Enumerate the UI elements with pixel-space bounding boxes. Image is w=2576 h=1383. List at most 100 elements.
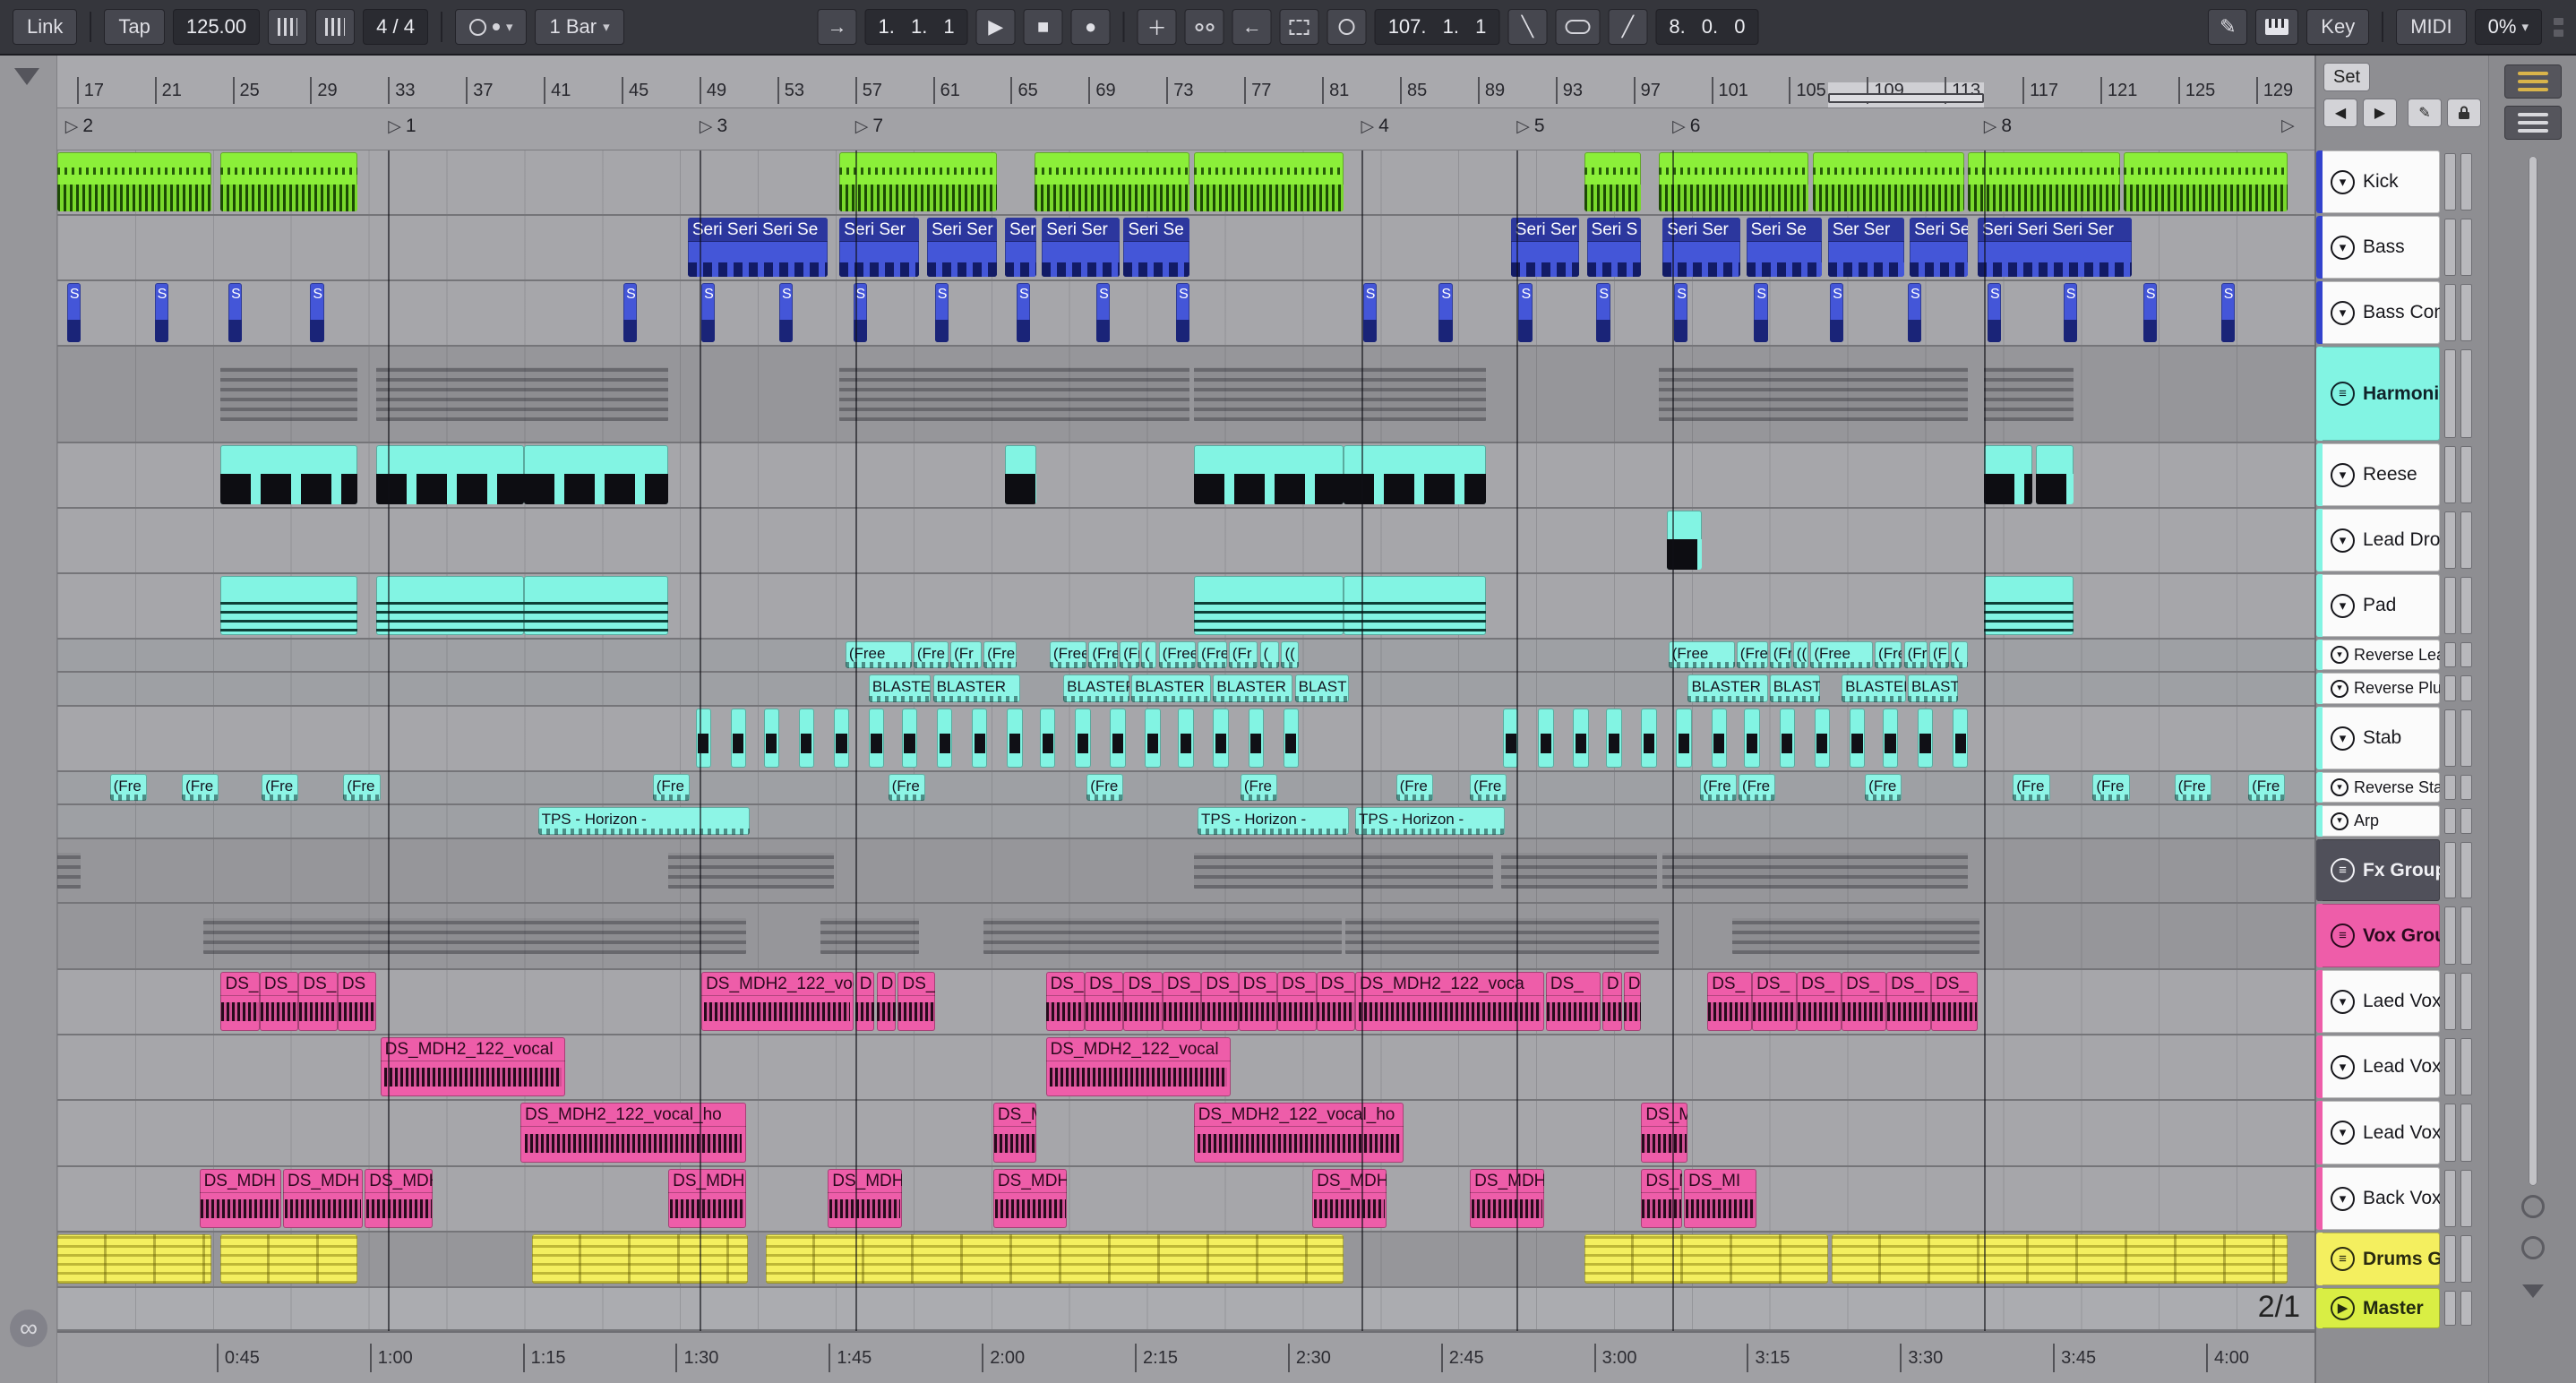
track-fold-icon[interactable]: ▾: [2331, 778, 2348, 796]
clip-reese[interactable]: [376, 445, 525, 504]
clip-stab[interactable]: [1573, 709, 1589, 768]
clip-reverse-pluck[interactable]: BLASTER: [868, 674, 932, 702]
clip-stab[interactable]: [798, 709, 815, 768]
clip-bass[interactable]: Seri Seri Seri Ser: [1978, 218, 2132, 277]
clip-stab[interactable]: [1711, 709, 1727, 768]
clip-reverse-lead[interactable]: (Fre: [1198, 641, 1227, 668]
clip-bass[interactable]: Seri Se: [1746, 218, 1823, 277]
locator-marker[interactable]: ▷ 5: [1516, 116, 1544, 137]
clip-laed-vox-1[interactable]: DS_: [1162, 972, 1202, 1031]
clip-laed-vox-1[interactable]: DS_: [1123, 972, 1163, 1031]
clip-reverse-lead[interactable]: (Free: [1049, 641, 1087, 668]
show-mixer-sections-button[interactable]: [2504, 64, 2562, 99]
clip-reverse-lead[interactable]: (Fr: [1120, 641, 1139, 668]
clip-back-vox[interactable]: DS_MDH: [1312, 1169, 1387, 1228]
track-fold-icon[interactable]: ▾: [2331, 646, 2348, 664]
clip-laed-vox-1[interactable]: DS_: [220, 972, 260, 1031]
track-fold-icon[interactable]: ▾: [2331, 1186, 2355, 1211]
clip-drums-group[interactable]: [1584, 1234, 1828, 1284]
track-header-box[interactable]: ▾ Back Vox: [2316, 1167, 2440, 1230]
clip-kick[interactable]: [1193, 152, 1344, 211]
clip-back-vox[interactable]: DS_MDH: [199, 1169, 281, 1228]
clip-laed-vox-1[interactable]: DS_: [1045, 972, 1086, 1031]
track-header-box[interactable]: ▾ Reverse Pluck: [2316, 673, 2440, 704]
clip-reverse-stab[interactable]: (Fre: [2248, 774, 2286, 801]
clip-bass-comple[interactable]: S: [1754, 283, 1768, 342]
track-header-box[interactable]: ▾ Bass Comple: [2316, 281, 2440, 344]
clip-reverse-pluck[interactable]: BLASTER: [932, 674, 1021, 702]
fold-overview-triangle-icon[interactable]: [14, 68, 39, 85]
nudge-down-button[interactable]: [268, 9, 308, 45]
clip-bass[interactable]: Seri Se: [1123, 218, 1190, 277]
clip-bass-comple[interactable]: S: [2220, 283, 2235, 342]
clip-reverse-lead[interactable]: (: [1259, 641, 1280, 668]
zoom-full-icon[interactable]: [2521, 1236, 2545, 1259]
clip-reverse-lead[interactable]: ((: [1281, 641, 1299, 668]
clip-lead-vox-2[interactable]: DS_MDH2_122_vocal: [380, 1037, 565, 1096]
loop-brace[interactable]: [1827, 93, 1984, 103]
clip-stab[interactable]: [972, 709, 988, 768]
track-header-reverse-pluck[interactable]: ▾ Reverse Pluck: [2316, 673, 2488, 707]
clip-pad[interactable]: [524, 576, 669, 635]
track-header-kick[interactable]: ▾ Kick: [2316, 150, 2488, 216]
track-fold-icon[interactable]: ▾: [2331, 169, 2355, 194]
locator-marker[interactable]: ▷ 4: [1361, 116, 1389, 137]
clip-stab[interactable]: [1779, 709, 1795, 768]
clip-reese[interactable]: [220, 445, 357, 504]
clip-back-vox[interactable]: DS_MDH: [992, 1169, 1068, 1228]
track-header-box[interactable]: ▾ Bass: [2316, 216, 2440, 279]
clip-laed-vox-1[interactable]: D: [1601, 972, 1622, 1031]
clip-vox-group[interactable]: [1345, 917, 1659, 955]
clip-reverse-stab[interactable]: (Fre: [1240, 774, 1278, 801]
computer-midi-keyboard-button[interactable]: [2255, 9, 2299, 45]
clip-lead-vox-3[interactable]: DS_MDH2_122_vocal_ho: [520, 1103, 747, 1163]
clip-stab[interactable]: [1849, 709, 1866, 768]
track-lane-bass[interactable]: Seri Seri Seri Se Seri Ser Seri Ser Ser Seri…: [57, 216, 2314, 281]
locator-marker[interactable]: ▷ 3: [700, 116, 727, 137]
track-header-pad[interactable]: ▾ Pad: [2316, 574, 2488, 640]
track-fold-icon[interactable]: ▾: [2331, 235, 2355, 260]
track-lane-lead-vox-3[interactable]: DS_MDH2_122_vocal_ho DS_M DS_MDH2_122_voca…: [57, 1101, 2314, 1167]
clip-reverse-lead[interactable]: (F: [1928, 641, 1949, 668]
track-header-box[interactable]: ≡ Fx Group: [2316, 839, 2440, 901]
clip-reverse-lead[interactable]: (Free: [845, 641, 912, 668]
track-fold-icon[interactable]: ▾: [2331, 300, 2355, 325]
track-lane-master[interactable]: 2/1: [57, 1288, 2314, 1331]
clip-drums-group[interactable]: [1832, 1234, 2288, 1284]
clip-reverse-pluck[interactable]: BLAST: [1769, 674, 1821, 702]
track-header-box[interactable]: ▾ Lead Vox 3: [2316, 1101, 2440, 1164]
track-fold-icon[interactable]: ▾: [2331, 528, 2355, 553]
clip-reverse-lead[interactable]: (Fr: [1903, 641, 1928, 668]
clip-reverse-stab[interactable]: (Fre: [1470, 774, 1507, 801]
clip-back-vox[interactable]: DS_MDH: [365, 1169, 434, 1228]
locator-marker[interactable]: ▷ 2: [65, 116, 93, 137]
clip-vox-group[interactable]: [820, 917, 920, 955]
clip-laed-vox-1[interactable]: D: [876, 972, 897, 1031]
clip-bass-comple[interactable]: S: [1518, 283, 1533, 342]
clip-lead-vox-3[interactable]: DS_M: [992, 1103, 1036, 1163]
clip-laed-vox-1[interactable]: DS_: [1707, 972, 1753, 1031]
clip-laed-vox-1[interactable]: DS_: [298, 972, 338, 1031]
clip-kick[interactable]: [1968, 152, 2120, 211]
clip-fx-group[interactable]: [1662, 853, 1969, 889]
track-header-box[interactable]: ≡ Drums Group: [2316, 1233, 2440, 1285]
clip-reese[interactable]: [2036, 445, 2074, 504]
draw-circle-button[interactable]: [1327, 9, 1367, 45]
clip-bass-comple[interactable]: S: [1438, 283, 1453, 342]
track-header-box[interactable]: ▾ Stab: [2316, 707, 2440, 769]
clip-stab[interactable]: [1641, 709, 1657, 768]
track-lane-back-vox[interactable]: DS_MDHDS_MDHDS_MDHDS_MDHDS_MDHDS_MDHDS_M…: [57, 1167, 2314, 1233]
group-icon[interactable]: ≡: [2331, 1247, 2355, 1271]
clip-laed-vox-1[interactable]: D: [854, 972, 875, 1031]
loop-start-field[interactable]: 107. 1. 1: [1374, 9, 1500, 45]
clip-arp[interactable]: TPS - Horizon -: [1355, 807, 1506, 835]
clip-reverse-lead[interactable]: (Free: [1158, 641, 1196, 668]
track-header-laed-vox-1[interactable]: ▾ Laed Vox 1: [2316, 970, 2488, 1035]
track-header-box[interactable]: ▾ Lead Drop: [2316, 509, 2440, 571]
clip-stab[interactable]: [730, 709, 747, 768]
clip-bass-comple[interactable]: S: [1017, 283, 1031, 342]
track-header-lead-vox-2[interactable]: ▾ Lead Vox 2: [2316, 1035, 2488, 1101]
clip-harmonic-gro[interactable]: [220, 367, 357, 421]
track-header-box[interactable]: ▾ Reverse Lead: [2316, 640, 2440, 670]
track-header-harmonic-gro[interactable]: ≡ Harmonic Gro: [2316, 347, 2488, 443]
